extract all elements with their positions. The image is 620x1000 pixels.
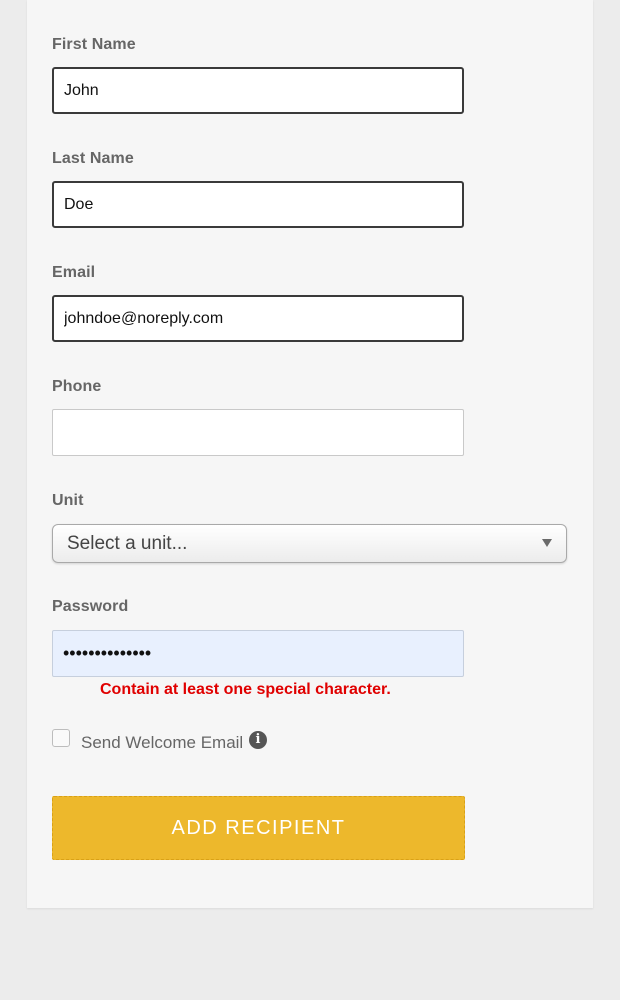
first-name-input[interactable] [52,67,464,114]
unit-label: Unit [52,492,84,509]
unit-select[interactable]: Select a unit... [52,524,567,563]
password-error-message: Contain at least one special character. [100,681,391,698]
password-input[interactable] [52,630,464,677]
last-name-label: Last Name [52,150,134,167]
send-welcome-email-checkbox[interactable] [52,729,70,747]
phone-input[interactable] [52,409,464,456]
email-input[interactable] [52,295,464,342]
password-label: Password [52,598,129,615]
last-name-input[interactable] [52,181,464,228]
dropdown-arrow-icon [542,539,552,547]
unit-select-value: Select a unit... [67,533,188,554]
send-welcome-email-label[interactable]: Send Welcome Email [81,733,243,753]
add-recipient-button[interactable]: ADD RECIPIENT [52,796,465,860]
first-name-label: First Name [52,36,136,53]
phone-label: Phone [52,378,102,395]
email-label: Email [52,264,96,281]
info-circle-icon[interactable]: i [249,731,267,749]
